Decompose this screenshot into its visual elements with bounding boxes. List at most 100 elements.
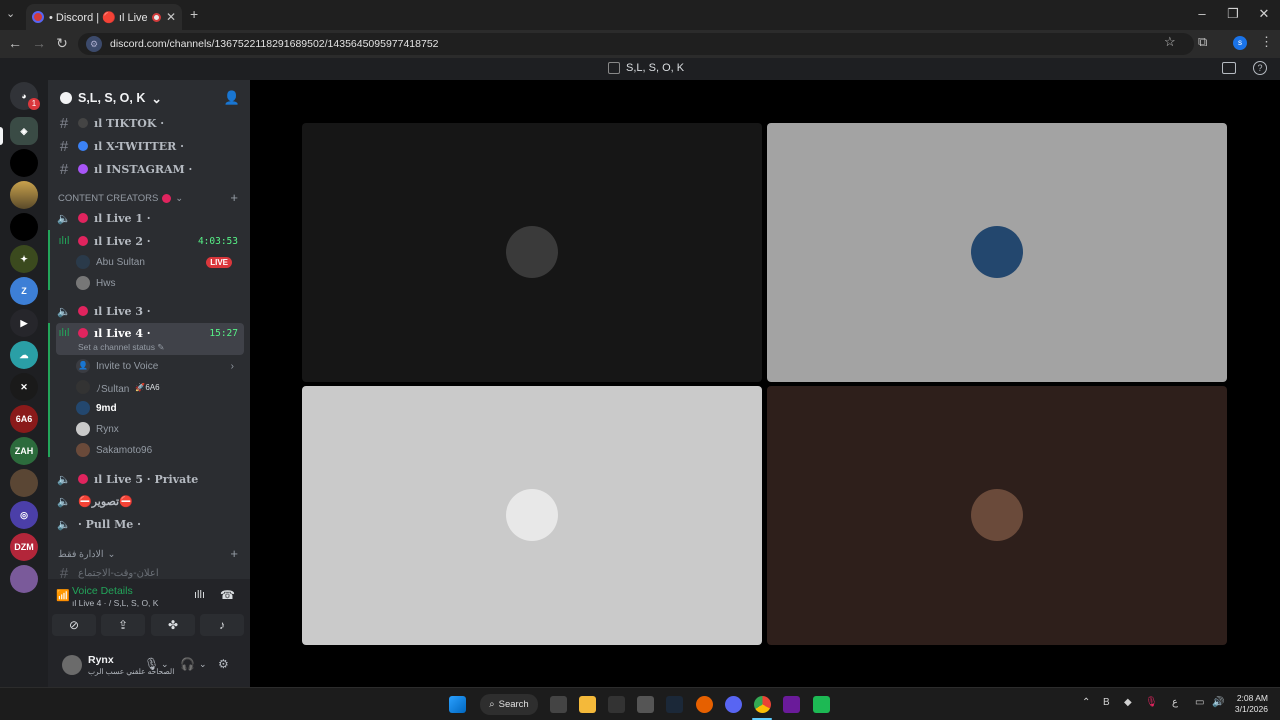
category-content-creators[interactable]: CONTENT CREATORS ⌄ <box>58 193 183 204</box>
chevron-down-icon[interactable]: ⌄ <box>161 659 169 670</box>
avatar[interactable] <box>62 655 82 675</box>
site-info-icon[interactable]: ⚙ <box>86 36 102 52</box>
inbox-icon[interactable] <box>1222 62 1236 74</box>
browser-tab-discord[interactable]: • Discord | 🔴 ıl Live 4 · | S ✕ <box>26 4 182 30</box>
server-purple-icon[interactable]: ◎ <box>10 501 38 529</box>
channel-tiktok[interactable]: # ıl TIKTOK · <box>56 112 244 134</box>
channel-instagram[interactable]: # ıl INSTAGRAM · <box>56 158 244 180</box>
server-art-icon[interactable] <box>10 181 38 209</box>
channel-status-input[interactable]: Set a channel status ✎ <box>78 342 165 353</box>
voice-user-abu-sultan[interactable]: Abu Sultan LIVE <box>76 252 242 272</box>
channel-x-twitter[interactable]: # ıl X-TWITTER · <box>56 135 244 157</box>
microphone-icon[interactable]: 🎙 <box>144 657 159 671</box>
browser-menu-icon[interactable]: ⋮ <box>1260 34 1273 50</box>
voice-channel-photo[interactable]: 🔈 ⛔تصوير⛔ <box>56 490 244 512</box>
screen-share-button[interactable]: ⇪ <box>101 614 145 636</box>
voice-user-rynx[interactable]: Rynx <box>76 419 242 439</box>
soundboard-button[interactable]: ♪ <box>200 614 244 636</box>
voice-user-sultan[interactable]: ﾉSultan 🚀6A6 <box>76 377 242 397</box>
voice-channel-live2[interactable]: ılıl ıl Live 2 · 4:03:53 <box>56 230 244 252</box>
create-channel-button[interactable]: + <box>230 190 238 205</box>
create-channel-button[interactable]: + <box>230 546 238 561</box>
maximize-button[interactable]: ❐ <box>1223 6 1243 22</box>
server-dark-icon[interactable]: ✕ <box>10 373 38 401</box>
taskbar-clock[interactable]: 2:08 AM 3/1/2026 <box>1228 693 1268 715</box>
participant-tile[interactable] <box>767 386 1227 645</box>
voice-details-link[interactable]: Voice Details <box>72 585 133 597</box>
window-close-button[interactable]: ✕ <box>1254 6 1274 22</box>
category-admin[interactable]: الادارة فقط ⌄ <box>58 549 115 560</box>
voice-channel-pull-me[interactable]: 🔈 · Pull Me · <box>56 513 244 535</box>
new-tab-button[interactable]: + <box>190 6 198 22</box>
text-channel-icon: # <box>59 137 69 155</box>
chevron-down-icon[interactable]: ⌄ <box>199 659 207 670</box>
tray-app-icon[interactable]: B <box>1103 697 1110 708</box>
settings-gear-icon[interactable]: ⚙ <box>218 657 229 671</box>
voice-user-hws[interactable]: Hws <box>76 273 242 293</box>
server-zah-icon[interactable]: ZAH <box>10 437 38 465</box>
server-icon <box>608 62 620 74</box>
voice-channel-live1[interactable]: 🔈 ıl Live 1 · <box>56 207 244 229</box>
avatar <box>76 443 90 457</box>
task-view-icon[interactable] <box>550 696 567 713</box>
camera-off-button[interactable]: ⊘ <box>52 614 96 636</box>
noise-suppression-icon[interactable]: ıllı <box>194 589 205 601</box>
voice-user-sakamoto96[interactable]: Sakamoto96 <box>76 440 242 460</box>
server-header[interactable]: S,L, S, O, K ⌄ <box>48 84 250 112</box>
headphones-icon[interactable]: 🎧 <box>180 657 195 671</box>
volume-icon[interactable]: 🔊 <box>1212 697 1224 708</box>
app-icon[interactable] <box>637 696 654 713</box>
chrome-icon[interactable] <box>754 696 771 713</box>
voice-channel-live5[interactable]: 🔈 ıl Live 5 · Private <box>56 468 244 490</box>
server-blue-icon[interactable]: Z <box>10 277 38 305</box>
tab-search-icon[interactable]: ⌄ <box>6 7 15 20</box>
app-green-icon[interactable] <box>813 696 830 713</box>
help-icon[interactable]: ? <box>1253 61 1267 75</box>
taskbar-search[interactable]: ⌕ Search <box>480 694 538 715</box>
server-black-icon[interactable] <box>10 149 38 177</box>
next-app-icon[interactable] <box>783 696 800 713</box>
server-6a6-icon[interactable]: 6A6 <box>10 405 38 433</box>
participant-tile[interactable] <box>767 123 1227 382</box>
profile-avatar[interactable]: s <box>1233 36 1247 50</box>
minimize-button[interactable]: – <box>1192 6 1212 21</box>
server-dzm-icon[interactable]: DZM <box>10 533 38 561</box>
participant-avatar <box>506 226 558 278</box>
display-icon[interactable]: ▭ <box>1195 697 1204 708</box>
participant-tile[interactable] <box>302 386 762 645</box>
server-brown-icon[interactable] <box>10 469 38 497</box>
steam-icon[interactable] <box>666 696 683 713</box>
tray-network-icon[interactable]: ◆ <box>1124 697 1132 708</box>
start-icon[interactable] <box>449 696 466 713</box>
server-rail: ◕ 1 ◈ ✦ Z ▶ ☁ ✕ 6A6 ZAH ◎ DZM <box>0 80 48 687</box>
tab-close-icon[interactable]: ✕ <box>166 10 176 24</box>
tray-overflow-icon[interactable]: ⌃ <box>1082 697 1090 708</box>
invite-to-voice-button[interactable]: 👤 Invite to Voice › <box>76 356 242 376</box>
voice-channel-live3[interactable]: 🔈 ıl Live 3 · <box>56 300 244 322</box>
firefox-icon[interactable] <box>696 696 713 713</box>
server-cloud-icon[interactable]: ☁ <box>10 341 38 369</box>
channel-dot-icon <box>78 213 88 223</box>
file-explorer-icon[interactable] <box>579 696 596 713</box>
forward-button[interactable]: → <box>30 35 48 51</box>
server-black2-icon[interactable] <box>10 213 38 241</box>
epic-games-icon[interactable] <box>608 696 625 713</box>
voice-user-9md[interactable]: 9md <box>76 398 242 418</box>
back-button[interactable]: ← <box>6 35 24 51</box>
server-play-icon[interactable]: ▶ <box>10 309 38 337</box>
disconnect-icon[interactable]: ☎ <box>220 588 235 602</box>
bookmark-star-icon[interactable]: ☆ <box>1164 34 1176 50</box>
discord-icon[interactable] <box>725 696 742 713</box>
invite-people-icon[interactable]: 👤 <box>224 90 240 106</box>
live-badge: LIVE <box>206 256 232 268</box>
activities-button[interactable]: ✤ <box>151 614 195 636</box>
server-pink-icon[interactable] <box>10 565 38 593</box>
server-green-icon[interactable]: ✦ <box>10 245 38 273</box>
reload-button[interactable]: ↻ <box>53 35 71 52</box>
participant-tile[interactable] <box>302 123 762 382</box>
language-indicator[interactable]: ع <box>1172 697 1178 708</box>
address-bar[interactable]: ⚙ discord.com/channels/13675221182916895… <box>78 33 1194 55</box>
tray-mic-icon[interactable]: 🎙 <box>1145 697 1158 708</box>
server-slsok-icon[interactable]: ◈ <box>10 117 38 145</box>
extensions-icon[interactable]: ⧉ <box>1198 34 1207 50</box>
